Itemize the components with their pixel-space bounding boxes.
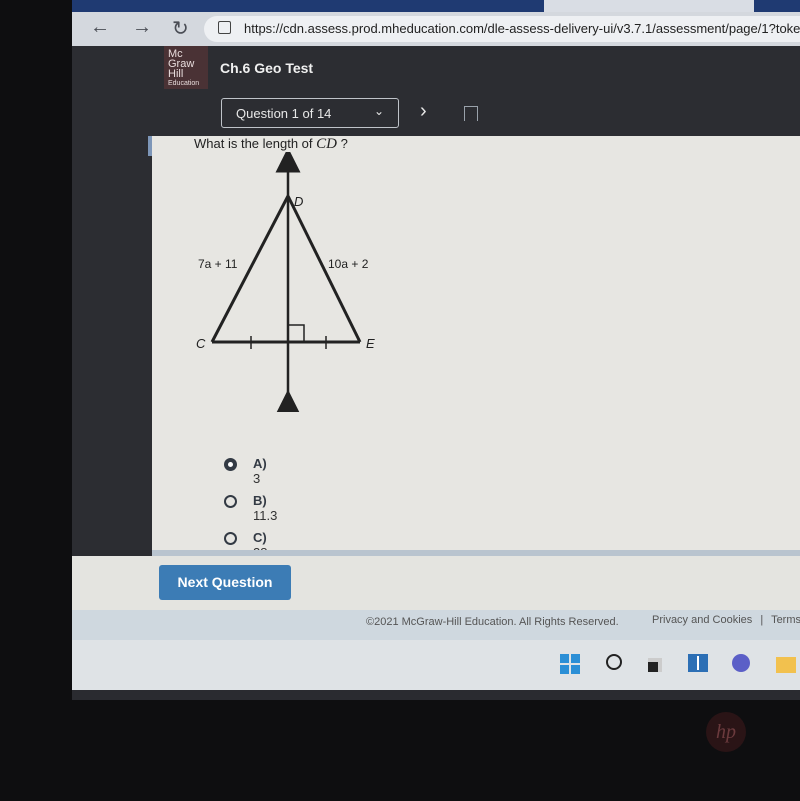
chevron-down-icon: ⌄ <box>373 104 384 118</box>
triangle-figure: D C E 7a + 11 10a + 2 <box>196 152 375 412</box>
vertex-label-c: C <box>196 336 206 351</box>
question-selector-label: Question 1 of 14 <box>236 106 332 121</box>
side-label-de: 10a + 2 <box>328 257 369 271</box>
address-bar[interactable]: https://cdn.assess.prod.mheducation.com/… <box>204 16 800 42</box>
privacy-link[interactable]: Privacy and Cookies <box>652 614 752 626</box>
page-footer: ©2021 McGraw-Hill Education. All Rights … <box>72 610 800 640</box>
segment-label: CD <box>316 136 337 152</box>
next-question-button[interactable]: Next Question <box>159 565 291 600</box>
test-title: Ch.6 Geo Test <box>220 60 314 76</box>
vertex-label-d: D <box>294 194 303 209</box>
radio-icon[interactable] <box>224 495 237 508</box>
back-icon[interactable]: ← <box>90 16 110 39</box>
url-text[interactable]: https://cdn.assess.prod.mheducation.com/… <box>244 21 800 36</box>
vertex-label-e: E <box>366 336 375 351</box>
file-explorer-icon[interactable] <box>776 654 796 674</box>
left-gutter <box>72 136 152 550</box>
footer-separator: | <box>760 614 764 626</box>
next-question-arrow-icon[interactable]: › <box>420 100 427 123</box>
question-prompt: What is the length of CD ? <box>194 136 348 153</box>
choice-letter: A) <box>253 456 267 471</box>
choice-letter: C) <box>253 530 267 545</box>
choice-value: 11.3 <box>253 508 278 523</box>
laptop-screen: × ← → ↻ https://cdn.assess.prod.mheducat… <box>72 0 800 700</box>
side-label-cd: 7a + 11 <box>198 257 238 271</box>
radio-icon[interactable] <box>224 532 237 545</box>
radio-selected-icon[interactable] <box>224 458 237 471</box>
logo-subtext: Education <box>168 80 200 87</box>
widgets-icon[interactable] <box>688 654 708 674</box>
windows-taskbar <box>72 640 800 690</box>
bookmark-icon[interactable] <box>464 106 478 121</box>
prompt-text: What is the length of <box>194 136 313 151</box>
lock-icon <box>218 21 231 34</box>
mcgraw-hill-logo: Mc Graw Hill Education <box>164 46 208 89</box>
choice-value: 3 <box>253 471 261 486</box>
hp-logo: hp <box>706 712 746 752</box>
forward-icon[interactable]: → <box>132 16 152 39</box>
search-icon[interactable] <box>606 654 626 674</box>
question-selector[interactable]: Question 1 of 14 ⌄ <box>221 98 399 128</box>
terms-link[interactable]: Terms <box>771 614 800 626</box>
copyright-text: ©2021 McGraw-Hill Education. All Rights … <box>366 616 619 628</box>
action-bar: Next Question <box>72 556 800 610</box>
windows-start-icon[interactable] <box>560 654 580 674</box>
reload-icon[interactable]: ↻ <box>172 16 189 41</box>
logo-line: Hill <box>168 68 184 80</box>
app-header: Mc Graw Hill Education Ch.6 Geo Test Que… <box>72 46 800 136</box>
question-panel: What is the length of CD ? D C E 7a + 11… <box>152 136 800 560</box>
active-tab[interactable]: × <box>544 0 754 12</box>
choice-letter: B) <box>253 493 267 508</box>
browser-toolbar: ← → ↻ https://cdn.assess.prod.mheducatio… <box>72 12 800 46</box>
browser-tab-strip: × <box>72 0 800 12</box>
prompt-suffix: ? <box>340 136 348 151</box>
right-angle-mark <box>288 324 305 342</box>
teams-chat-icon[interactable] <box>732 654 752 674</box>
task-view-icon[interactable] <box>648 654 668 674</box>
